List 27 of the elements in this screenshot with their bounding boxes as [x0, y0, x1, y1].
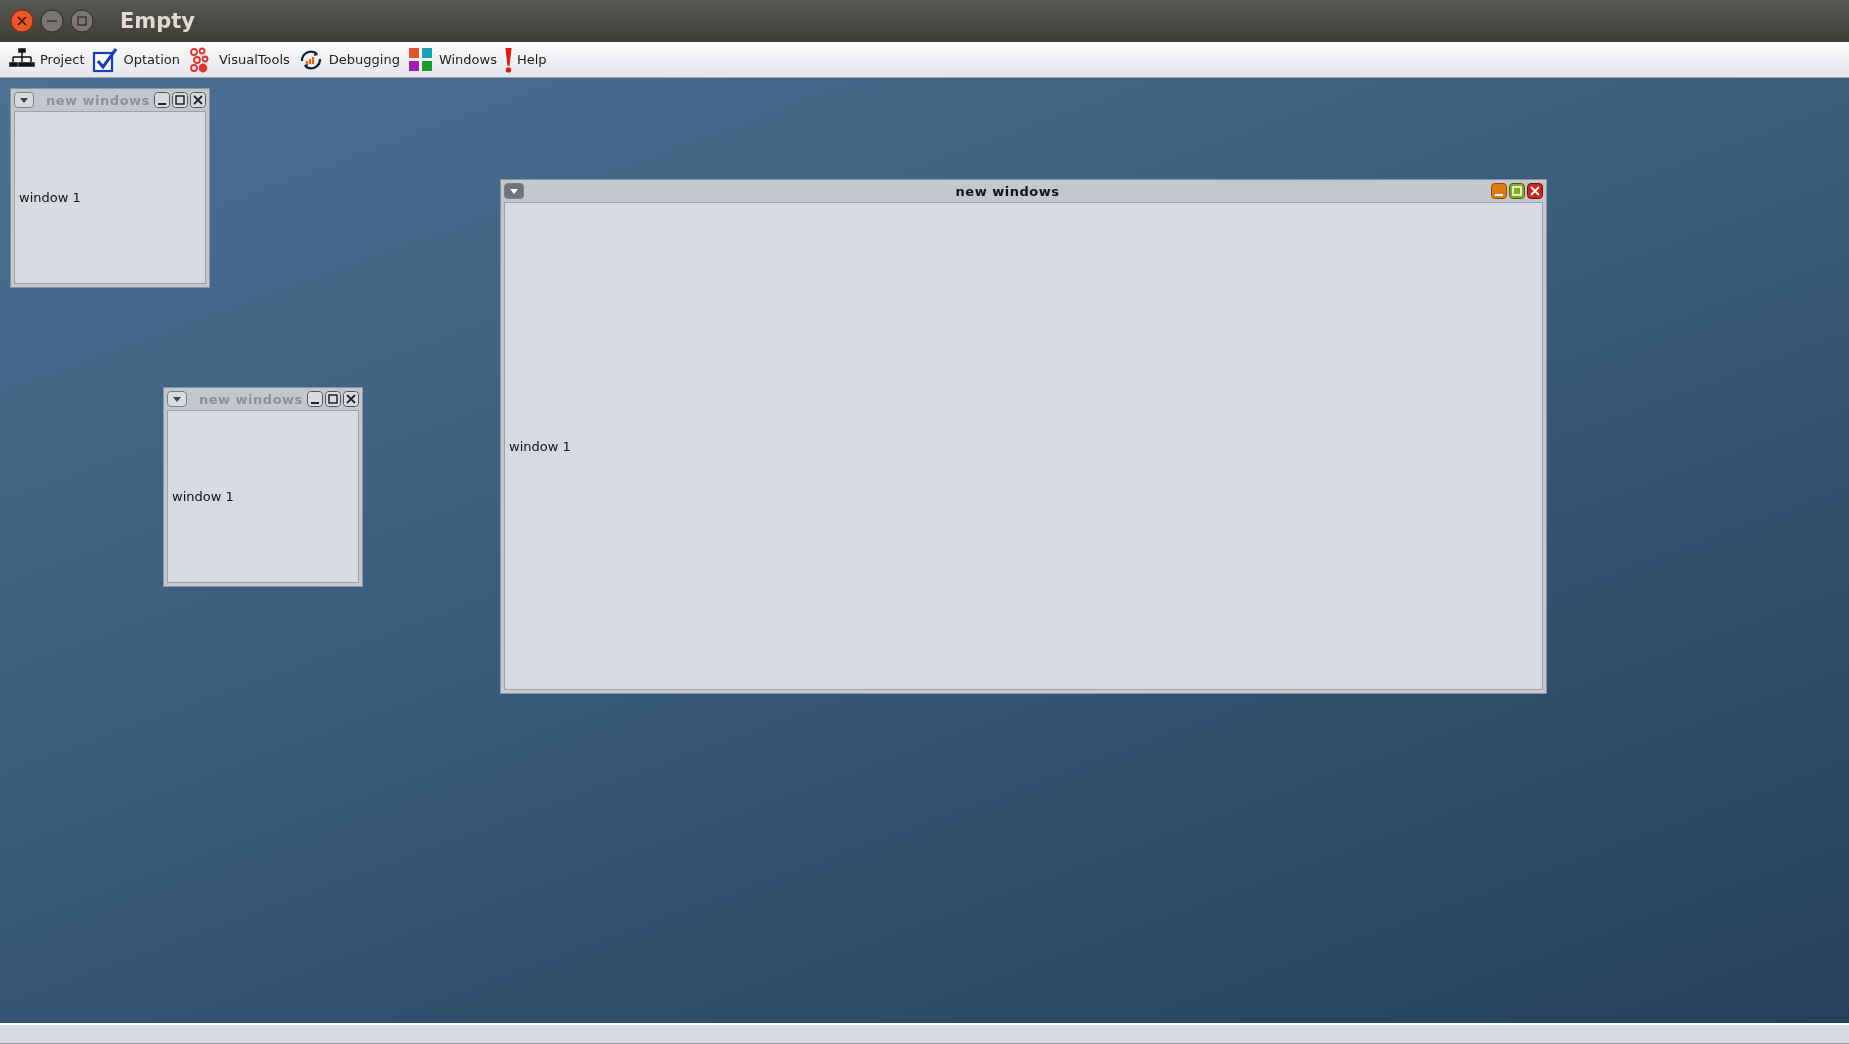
tiles-icon [407, 46, 434, 73]
menu-item[interactable]: Windows [406, 46, 498, 73]
maximize-button[interactable] [325, 391, 341, 407]
menu-item[interactable]: VisualTools [186, 46, 291, 73]
close-button[interactable] [190, 92, 206, 108]
dropdown-button[interactable] [14, 92, 34, 108]
minimize-button[interactable] [154, 92, 170, 108]
menu-item[interactable]: Project [8, 46, 86, 73]
menu-item[interactable]: Help [503, 46, 548, 73]
exclamation-icon [504, 46, 512, 73]
close-button[interactable] [343, 391, 359, 407]
dropdown-button[interactable] [167, 391, 187, 407]
close-button[interactable] [1527, 183, 1543, 199]
frame-title: new windows [954, 183, 1061, 199]
menu-item[interactable]: Optation [91, 46, 181, 73]
minimize-button[interactable] [1491, 183, 1507, 199]
dropdown-button[interactable] [504, 183, 524, 199]
content-label: window 1 [19, 190, 81, 205]
content-label: window 1 [172, 489, 234, 504]
checkbox-icon [92, 46, 119, 73]
minimize-button[interactable] [307, 391, 323, 407]
maximize-button[interactable] [172, 92, 188, 108]
maximize-button[interactable] [70, 9, 94, 33]
content-label: window 1 [509, 438, 571, 454]
maximize-button[interactable] [1509, 183, 1525, 199]
menu-item[interactable]: Debugging [296, 46, 401, 73]
window-title: Empty [120, 9, 195, 33]
